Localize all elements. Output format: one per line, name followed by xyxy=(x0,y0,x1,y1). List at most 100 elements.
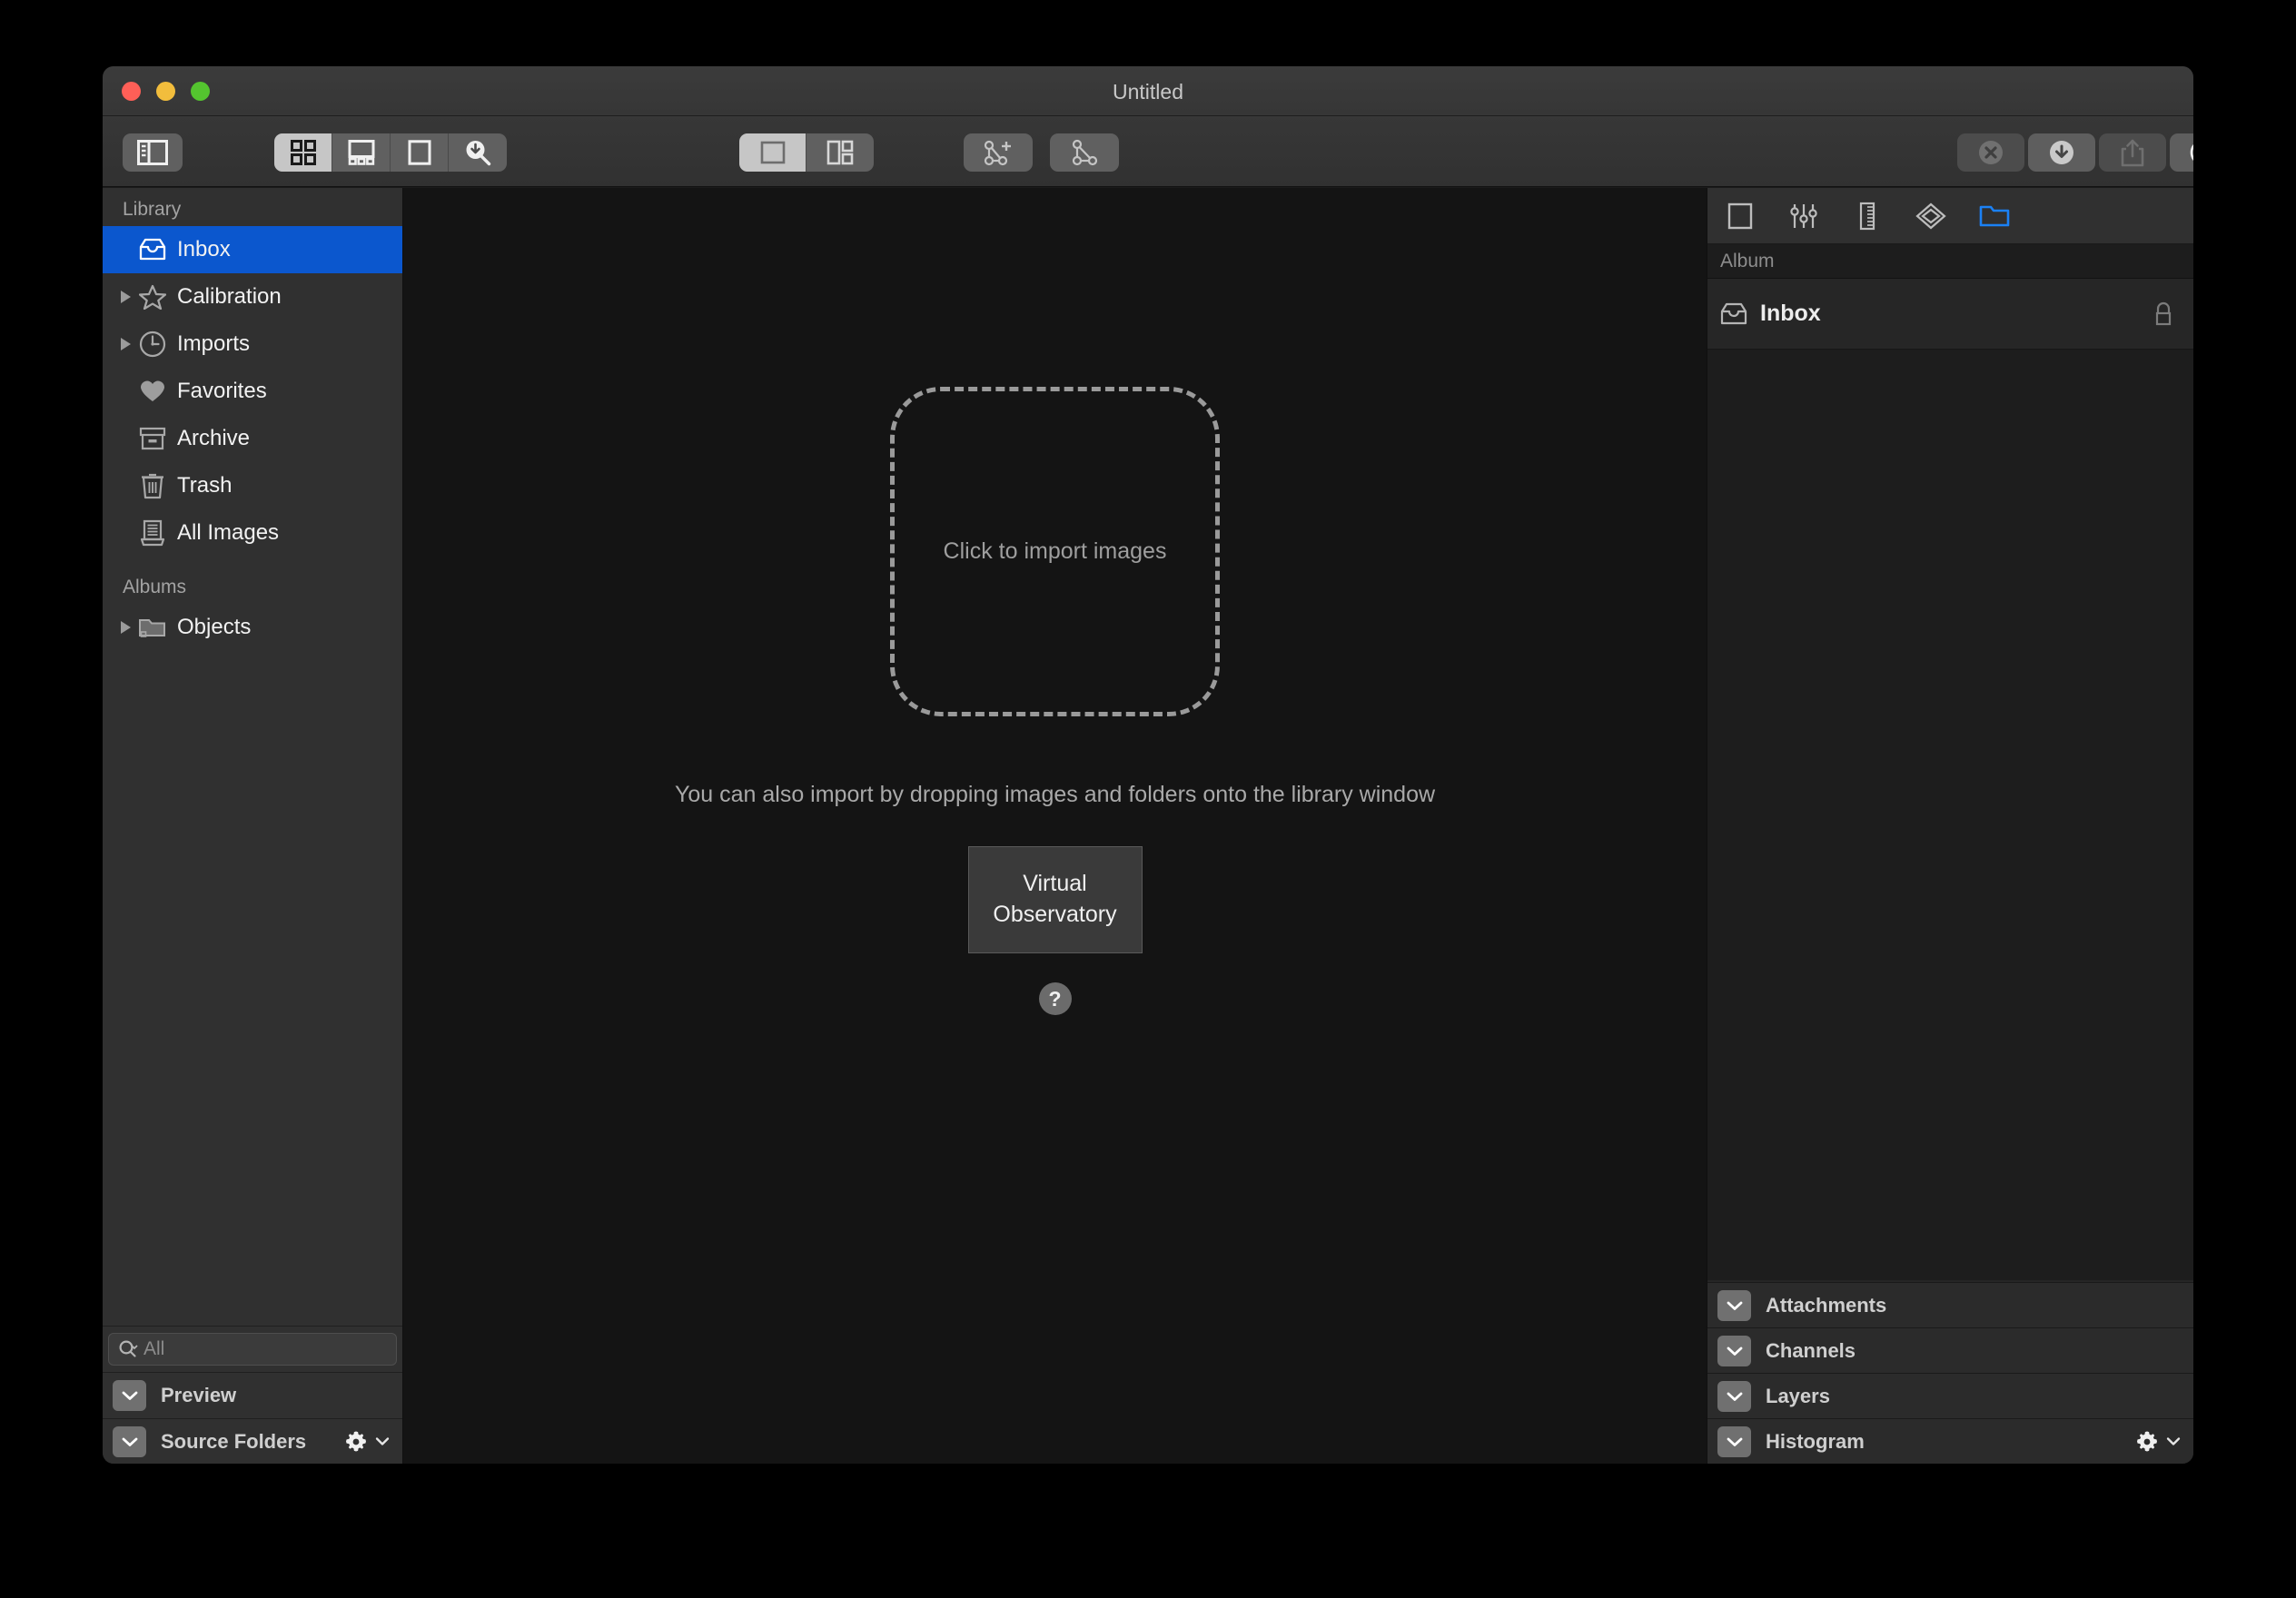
inspector-tabs xyxy=(1707,188,2193,244)
cancel-button[interactable] xyxy=(1957,133,2024,172)
inspector-album-item[interactable]: Inbox xyxy=(1707,279,2193,350)
sidebar-section-albums-header: Albums xyxy=(123,577,187,597)
ruler-icon xyxy=(1859,202,1875,230)
sidebar-item-objects[interactable]: Objects xyxy=(103,604,402,651)
chevron-down-icon[interactable] xyxy=(113,1379,146,1411)
tab-layers[interactable] xyxy=(1911,196,1951,236)
tab-metadata[interactable] xyxy=(1847,196,1887,236)
download-icon xyxy=(2050,141,2073,164)
view-mode-grid-button[interactable] xyxy=(274,133,332,172)
section-title: Histogram xyxy=(1766,1429,1865,1453)
sidebar-item-favorites[interactable]: Favorites xyxy=(103,368,402,415)
share-icon xyxy=(2121,139,2144,167)
sidebar-item-label: Objects xyxy=(177,615,252,639)
sidebar-section-library-header: Library xyxy=(123,199,182,220)
plate-solve-add-icon xyxy=(984,140,1011,166)
single-image-view-icon xyxy=(408,140,430,165)
gear-icon[interactable] xyxy=(344,1430,368,1454)
star-icon xyxy=(135,284,170,310)
chevron-down-icon[interactable] xyxy=(113,1425,146,1457)
sidebar-item-trash[interactable]: Trash xyxy=(103,462,402,509)
search-input[interactable]: All xyxy=(108,1332,397,1366)
info-button[interactable] xyxy=(2170,133,2193,172)
inspector-panel: Album Inbox Attachments Channels Layers … xyxy=(1707,188,2193,1464)
sidebar-item-label: Imports xyxy=(177,331,251,356)
virtual-observatory-button[interactable]: Virtual Observatory xyxy=(967,846,1143,953)
gear-icon[interactable] xyxy=(2135,1430,2159,1454)
layout-single-pane-button[interactable] xyxy=(739,133,807,172)
download-button[interactable] xyxy=(2028,133,2095,172)
heart-icon xyxy=(135,379,170,404)
share-button[interactable] xyxy=(2099,133,2166,172)
disclosure-triangle-icon[interactable] xyxy=(115,291,135,303)
main-content-area: Click to import images You can also impo… xyxy=(404,188,1706,1464)
plate-solve-add-button[interactable] xyxy=(964,133,1033,172)
help-button[interactable]: ? xyxy=(1038,982,1072,1015)
sidebar-item-label: Archive xyxy=(177,426,251,450)
section-title: Channels xyxy=(1766,1338,1856,1362)
search-download-icon xyxy=(466,141,491,166)
sidebar-item-archive[interactable]: Archive xyxy=(103,415,402,462)
layout-split-pane-button[interactable] xyxy=(807,133,874,172)
panel-preview[interactable]: Preview xyxy=(103,1372,402,1417)
search-icon xyxy=(119,1339,138,1357)
layers-icon xyxy=(1915,202,1946,229)
sidebar-item-inbox[interactable]: Inbox xyxy=(103,226,402,273)
folder-icon xyxy=(1979,205,2010,226)
sidebar-item-imports[interactable]: Imports xyxy=(103,321,402,368)
panel-source-folders[interactable]: Source Folders xyxy=(103,1418,402,1464)
image-icon xyxy=(1727,202,1753,229)
import-dropzone[interactable]: Click to import images xyxy=(890,387,1220,716)
folder-locked-icon xyxy=(135,616,170,639)
tab-album[interactable] xyxy=(1974,196,2014,236)
sidebar-item-label: Inbox xyxy=(177,237,231,261)
sidebar-item-label: Favorites xyxy=(177,379,267,403)
chevron-down-icon[interactable] xyxy=(1717,1380,1751,1412)
filmstrip-view-icon xyxy=(348,140,374,165)
section-channels[interactable]: Channels xyxy=(1707,1327,2193,1373)
chevron-down-icon[interactable] xyxy=(1717,1289,1751,1321)
split-pane-layout-icon xyxy=(826,140,854,165)
tab-adjustments[interactable] xyxy=(1784,196,1824,236)
single-pane-layout-icon xyxy=(760,141,785,164)
view-mode-search-button[interactable] xyxy=(449,133,507,172)
sidebar-search-area: All xyxy=(103,1326,402,1371)
section-histogram[interactable]: Histogram xyxy=(1707,1418,2193,1464)
inspector-sections: Attachments Channels Layers Histogram xyxy=(1707,1282,2193,1464)
chevron-down-icon[interactable] xyxy=(2166,1436,2181,1446)
disclosure-triangle-icon[interactable] xyxy=(115,621,135,634)
plate-solve-button[interactable] xyxy=(1050,133,1119,172)
vo-line1: Virtual xyxy=(1023,871,1087,897)
chevron-down-icon[interactable] xyxy=(1717,1335,1751,1366)
window-body: Library Inbox Calibration Imports Favori… xyxy=(103,188,2193,1464)
grid-view-icon xyxy=(290,140,316,165)
chevron-down-icon[interactable] xyxy=(1717,1425,1751,1457)
section-attachments[interactable]: Attachments xyxy=(1707,1282,2193,1327)
info-icon xyxy=(2190,143,2193,162)
view-mode-filmstrip-button[interactable] xyxy=(332,133,391,172)
vo-line2: Observatory xyxy=(993,902,1117,927)
inbox-icon xyxy=(135,238,170,261)
inspector-subheader: Album xyxy=(1707,244,2193,279)
lock-icon xyxy=(2153,301,2173,327)
sidebar-toggle-button[interactable] xyxy=(123,133,183,172)
section-title: Layers xyxy=(1766,1384,1830,1407)
layout-segmented-control[interactable] xyxy=(739,133,874,172)
all-images-icon xyxy=(135,519,170,547)
histogram-options[interactable] xyxy=(2135,1430,2181,1454)
virtual-observatory-label: Virtual Observatory xyxy=(993,869,1116,931)
section-title: Attachments xyxy=(1766,1293,1887,1317)
disclosure-triangle-icon[interactable] xyxy=(115,338,135,350)
sidebar-item-all-images[interactable]: All Images xyxy=(103,509,402,557)
chevron-down-icon[interactable] xyxy=(375,1436,390,1446)
cancel-icon xyxy=(1979,141,2003,164)
view-mode-single-button[interactable] xyxy=(391,133,449,172)
inbox-icon xyxy=(1720,302,1747,326)
clock-icon xyxy=(135,330,170,358)
panel-options[interactable] xyxy=(344,1430,390,1454)
tab-image[interactable] xyxy=(1720,196,1760,236)
app-window: Untitled Library Inbox Calibration Impor… xyxy=(103,66,2193,1464)
section-layers[interactable]: Layers xyxy=(1707,1373,2193,1418)
view-mode-segmented-control[interactable] xyxy=(274,133,507,172)
sidebar-item-calibration[interactable]: Calibration xyxy=(103,273,402,321)
